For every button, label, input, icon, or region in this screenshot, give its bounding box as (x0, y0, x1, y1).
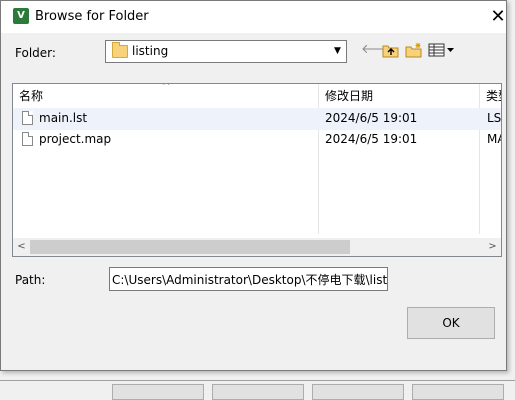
app-icon: V (13, 8, 29, 24)
background-button (412, 384, 504, 400)
scroll-right-icon[interactable]: > (484, 238, 501, 256)
file-modified: 2024/6/5 19:01 (325, 111, 418, 125)
sort-ascending-icon: ^ (162, 83, 171, 92)
new-folder-icon[interactable] (405, 42, 423, 58)
back-arrow-icon[interactable]: 🡐 (361, 42, 396, 58)
list-item[interactable]: project.map 2024/6/5 19:01 MAP (13, 129, 501, 151)
background-button (312, 384, 404, 400)
file-icon (22, 132, 33, 146)
close-button[interactable]: ✕ (475, 1, 515, 33)
scroll-left-icon[interactable]: < (13, 238, 30, 256)
up-folder-icon[interactable] (382, 42, 400, 58)
list-item[interactable]: main.lst 2024/6/5 19:01 LST (13, 108, 501, 130)
file-type: LST (487, 111, 502, 125)
file-modified: 2024/6/5 19:01 (325, 132, 418, 146)
column-header-type[interactable]: 类型 (480, 84, 501, 108)
background-button (212, 384, 304, 400)
folder-icon (112, 42, 128, 58)
column-header-modified[interactable]: 修改日期 (319, 84, 479, 108)
file-type: MAP (487, 132, 501, 146)
file-list[interactable]: 名称 ^ 修改日期 类型 main.lst 2024/6/5 19:01 LST… (12, 83, 502, 257)
file-name: project.map (39, 132, 112, 146)
view-menu-icon[interactable] (428, 42, 458, 58)
path-field[interactable]: C:\Users\Administrator\Desktop\不停电下载\lis… (109, 267, 388, 291)
chevron-down-icon[interactable]: ▼ (328, 41, 346, 62)
background-divider (0, 380, 515, 381)
path-label: Path: (15, 273, 46, 287)
scrollbar-thumb[interactable] (30, 240, 350, 254)
title-bar[interactable]: V Browse for Folder ✕ (1, 1, 506, 33)
folder-label: Folder: (15, 46, 56, 60)
file-icon (22, 111, 33, 125)
background-button (112, 384, 204, 400)
dialog-title: Browse for Folder (35, 9, 149, 24)
horizontal-scrollbar[interactable]: < > (13, 238, 501, 256)
folder-dropdown[interactable]: listing ▼ (105, 40, 347, 63)
folder-value: listing (132, 44, 169, 58)
browse-folder-dialog: V Browse for Folder ✕ Folder: listing ▼ … (0, 0, 507, 371)
ok-button[interactable]: OK (407, 307, 495, 339)
file-name: main.lst (39, 111, 88, 125)
